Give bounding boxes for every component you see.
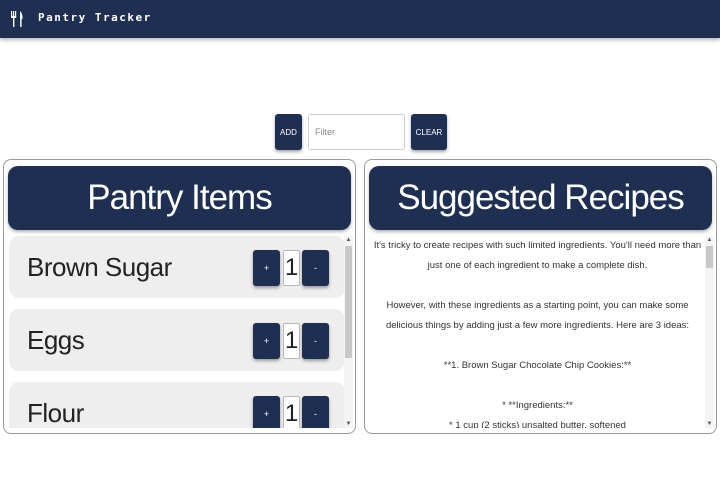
pantry-panel: Pantry Items Brown Sugar + 1 - Eggs + 1 … [3,159,356,434]
recipe-paragraph: It's tricky to create recipes with such … [373,240,702,271]
increment-button[interactable]: + [253,323,280,359]
quantity-value: 1 [283,396,300,428]
clear-button[interactable]: CLEAR [411,114,447,150]
fork-knife-icon [11,11,23,27]
add-button[interactable]: ADD [275,114,302,150]
filter-input[interactable] [308,114,405,150]
quantity-value: 1 [283,323,300,359]
recipe-paragraph: * 1 cup (2 sticks) unsalted butter, soft… [449,420,626,428]
recipes-scrollbar[interactable]: ▲ ▼ [705,236,714,428]
pantry-heading: Pantry Items [8,166,351,230]
recipe-paragraph: However, with these ingredients as a sta… [385,300,690,331]
app-title: Pantry Tracker [38,11,152,24]
scroll-up-arrow-icon[interactable]: ▲ [705,236,714,244]
decrement-button[interactable]: - [302,396,329,428]
pantry-scrollbar[interactable]: ▲ ▼ [344,236,353,428]
pantry-item: Brown Sugar + 1 - [9,236,345,298]
scroll-up-arrow-icon[interactable]: ▲ [344,236,353,244]
scrollbar-thumb[interactable] [706,246,713,268]
pantry-item: Eggs + 1 - [9,309,345,371]
scroll-down-arrow-icon[interactable]: ▼ [705,420,714,428]
recipe-paragraph: **1. Brown Sugar Chocolate Chip Cookies:… [443,360,632,371]
item-name: Flour [27,398,84,428]
recipe-text: It's tricky to create recipes with such … [369,236,706,428]
increment-button[interactable]: + [253,250,280,286]
recipe-paragraph: * **Ingredients:** [502,400,573,411]
increment-button[interactable]: + [253,396,280,428]
app-bar: Pantry Tracker [0,0,720,38]
recipes-panel: Suggested Recipes It's tricky to create … [364,159,717,434]
item-name: Eggs [27,325,85,355]
decrement-button[interactable]: - [302,323,329,359]
pantry-item-list: Brown Sugar + 1 - Eggs + 1 - Flour + 1 - [8,236,348,428]
item-name: Brown Sugar [27,252,172,282]
quantity-value: 1 [283,250,300,286]
recipes-heading: Suggested Recipes [369,166,712,230]
scrollbar-thumb[interactable] [345,246,352,358]
pantry-item: Flour + 1 - [9,382,345,428]
decrement-button[interactable]: - [302,250,329,286]
scroll-down-arrow-icon[interactable]: ▼ [344,420,353,428]
